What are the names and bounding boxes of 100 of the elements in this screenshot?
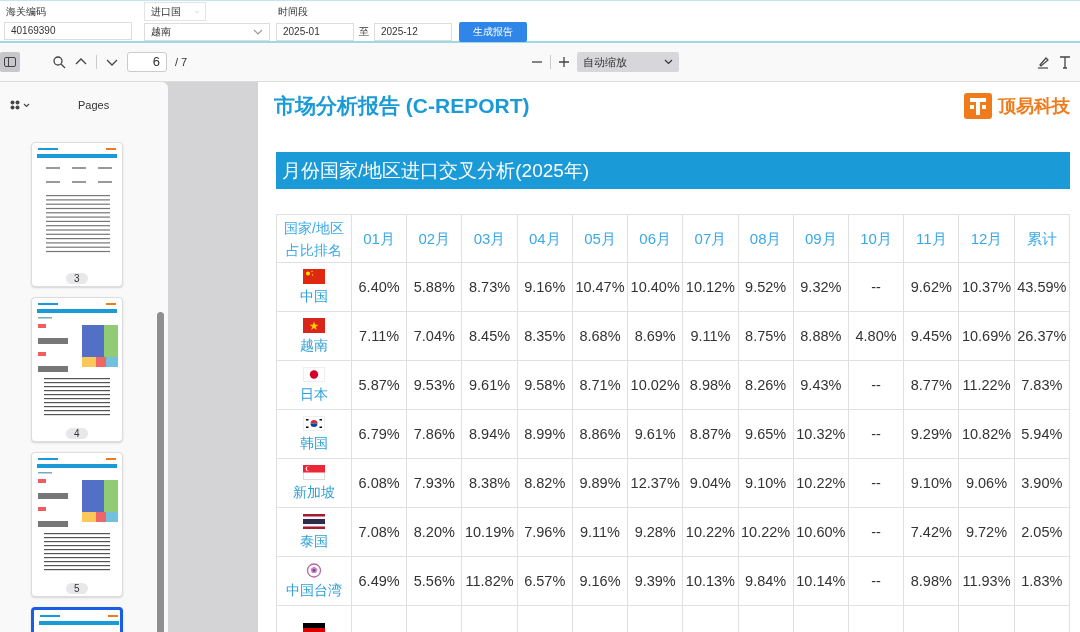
table-cell: 8.26% — [738, 360, 794, 410]
table-cell: 9.43% — [793, 360, 849, 410]
zoom-select[interactable]: 自动缩放 — [577, 52, 679, 72]
table-cell: 9.61% — [627, 409, 683, 459]
table-cell: -- — [848, 262, 904, 312]
table-cell: 8.20% — [406, 507, 462, 557]
table-cell: 9.16% — [572, 556, 628, 606]
table-cell: 9.52% — [738, 262, 794, 312]
table-cell: 9.72% — [958, 507, 1015, 557]
country-name: 越南 — [300, 336, 328, 355]
page-number-field[interactable]: 6 — [127, 52, 167, 72]
table-cell: 7.08% — [351, 507, 407, 557]
table-cell: 9.16% — [517, 262, 573, 312]
table-cell: 7.11% — [351, 311, 407, 361]
column-header: 12月 — [958, 214, 1015, 263]
table-cell: -- — [848, 409, 904, 459]
country-name: 中国台湾 — [286, 581, 342, 600]
table-cell: 10.22% — [793, 458, 849, 508]
field-label: 时间段 — [277, 5, 309, 19]
column-header: 01月 — [351, 214, 407, 263]
table-cell: 9.62% — [903, 262, 959, 312]
column-header: 国家/地区占比排名 — [276, 214, 352, 263]
table-cell: 11.93% — [958, 556, 1015, 606]
start-date-field[interactable]: 2025-01 — [276, 23, 354, 41]
column-header: 06月 — [627, 214, 683, 263]
table-cell: 10.22% — [682, 507, 739, 557]
table-cell: 7.93% — [406, 458, 462, 508]
table-cell: 11.22% — [958, 360, 1015, 410]
page-number-label: 4 — [66, 428, 88, 439]
table-cell: 10.69% — [958, 311, 1015, 361]
end-date-field[interactable]: 2025-12 — [374, 23, 452, 41]
column-header: 09月 — [793, 214, 849, 263]
table-cell: 8.88% — [793, 311, 849, 361]
page-thumbnail[interactable]: 4 — [31, 297, 123, 442]
table-cell: 8.69% — [627, 311, 683, 361]
country-type-select[interactable]: 进口国 — [144, 2, 206, 21]
table-cell: 9.58% — [517, 360, 573, 410]
table-cell: 10.32% — [793, 409, 849, 459]
table-cell: 5.56% — [406, 556, 462, 606]
country-select[interactable]: 越南 — [144, 23, 270, 41]
section-banner: 月份国家/地区进口交叉分析(2025年) — [276, 152, 1070, 189]
page-count: / 7 — [175, 56, 188, 68]
table-cell: 1.83% — [1014, 556, 1070, 606]
country-name: 日本 — [300, 385, 328, 404]
hs-code-field[interactable]: 40169390 — [4, 22, 132, 40]
table-cell: 9.61% — [461, 360, 518, 410]
table-cell: 10.22% — [738, 507, 794, 557]
table-cell: 2.05% — [1014, 507, 1070, 557]
table-cell: -- — [848, 507, 904, 557]
table-cell: 43.59% — [1014, 262, 1070, 312]
table-cell: -- — [848, 458, 904, 508]
page-number-label: 5 — [66, 583, 88, 594]
column-header: 07月 — [682, 214, 739, 263]
table-cell: 9.28% — [627, 507, 683, 557]
table-cell: 9.32% — [793, 262, 849, 312]
column-header: 累计 — [1014, 214, 1070, 263]
table-cell: 26.37% — [1014, 311, 1070, 361]
table-cell: 10.37% — [958, 262, 1015, 312]
table-cell: 9.11% — [572, 507, 628, 557]
table-cell: 5.87% — [351, 360, 407, 410]
table-cell: 4.80% — [848, 311, 904, 361]
column-header: 10月 — [848, 214, 904, 263]
table-cell: 10.19% — [461, 507, 518, 557]
table-cell: -- — [848, 556, 904, 606]
sidebar-title: Pages — [78, 99, 110, 111]
range-separator: 至 — [359, 25, 369, 39]
table-cell: 8.35% — [517, 311, 573, 361]
column-header: 03月 — [461, 214, 518, 263]
table-cell: 10.47% — [572, 262, 628, 312]
table-cell: 8.77% — [903, 360, 959, 410]
table-cell: 6.40% — [351, 262, 407, 312]
column-header: 08月 — [738, 214, 794, 263]
column-header: 05月 — [572, 214, 628, 263]
table-cell: 8.75% — [738, 311, 794, 361]
table-cell: 8.86% — [572, 409, 628, 459]
table-cell: 6.49% — [351, 556, 407, 606]
table-cell: 9.45% — [903, 311, 959, 361]
table-cell: 6.79% — [351, 409, 407, 459]
table-cell: 11.82% — [461, 556, 518, 606]
table-cell: 6.08% — [351, 458, 407, 508]
table-cell: 5.94% — [1014, 409, 1070, 459]
country-name: 新加坡 — [293, 483, 335, 502]
table-cell: 8.71% — [572, 360, 628, 410]
table-cell: -- — [848, 360, 904, 410]
table-cell: 9.04% — [682, 458, 739, 508]
table-cell: 8.98% — [682, 360, 739, 410]
table-cell: 3.90% — [1014, 458, 1070, 508]
table-cell: 9.39% — [627, 556, 683, 606]
page-thumbnail[interactable]: 3 — [31, 142, 123, 287]
generate-report-button[interactable]: 生成报告 — [459, 22, 527, 42]
table-cell: 9.53% — [406, 360, 462, 410]
table-cell: 9.65% — [738, 409, 794, 459]
table-cell: 9.11% — [682, 311, 739, 361]
brand-name: 顶易科技 — [998, 95, 1070, 118]
page-thumbnail[interactable]: 5 — [31, 452, 123, 597]
table-cell: 7.83% — [1014, 360, 1070, 410]
column-header: 11月 — [903, 214, 959, 263]
table-cell: 7.04% — [406, 311, 462, 361]
table-cell: 6.57% — [517, 556, 573, 606]
table-cell: 10.02% — [627, 360, 683, 410]
